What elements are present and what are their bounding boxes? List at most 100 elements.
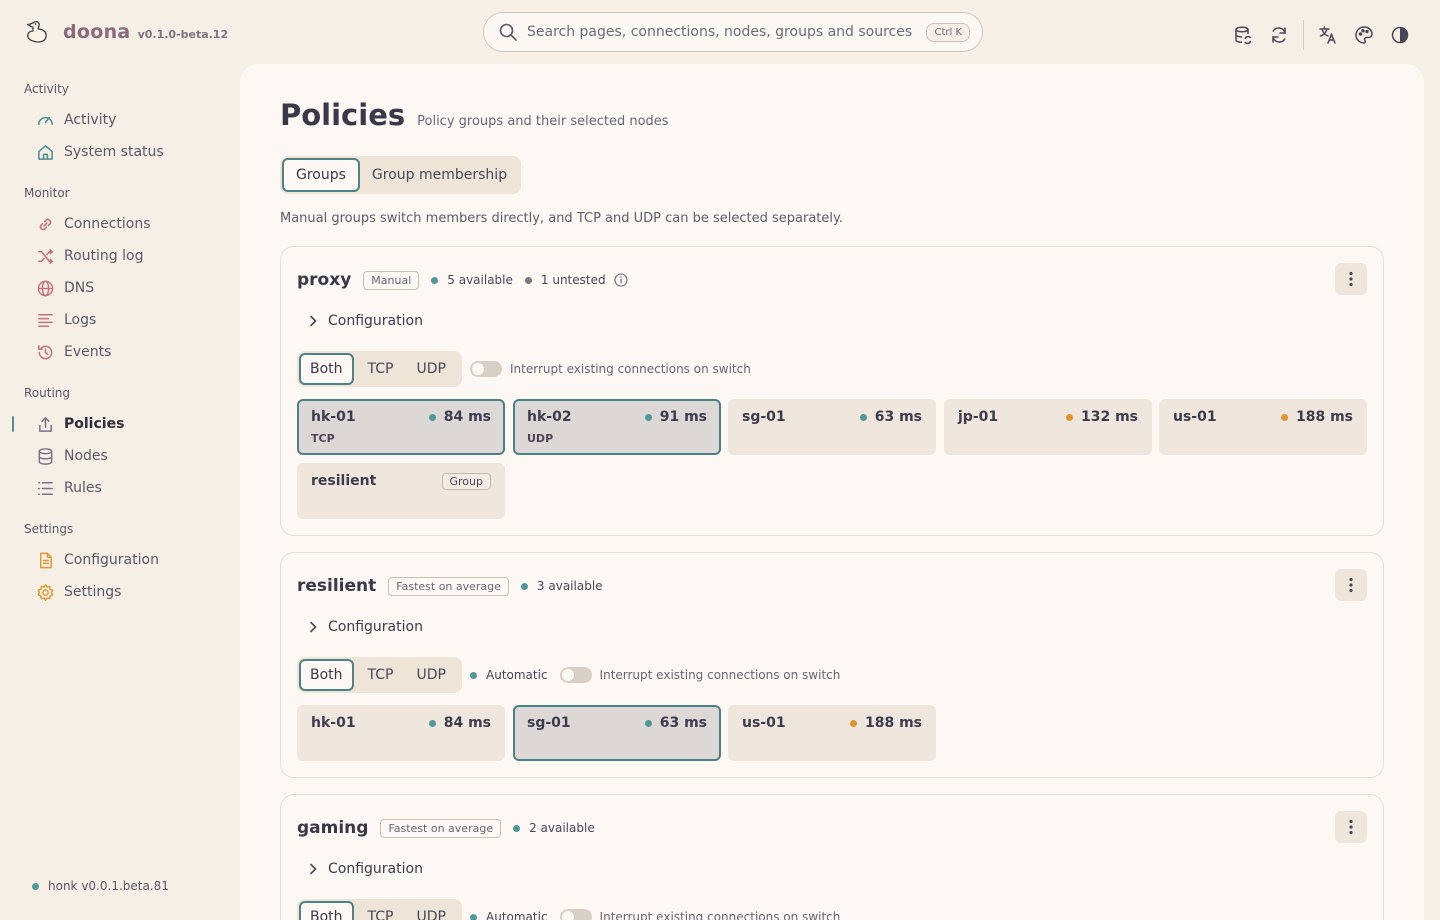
configuration-label: Configuration xyxy=(328,861,423,877)
mode-udp[interactable]: UDP xyxy=(408,353,455,385)
node-card[interactable]: hk-02 91 ms UDP xyxy=(513,399,721,455)
database-sync-icon[interactable] xyxy=(1231,23,1255,47)
status-dot xyxy=(1065,413,1073,421)
more-options-button[interactable] xyxy=(1335,569,1367,601)
share-icon xyxy=(39,416,52,432)
more-vertical-icon xyxy=(1349,819,1353,835)
group-header: resilient Fastest on average 3 available xyxy=(297,575,615,597)
sidebar-group-title: Activity xyxy=(24,82,69,96)
sidebar-group-settings: Settings Configuration Settings xyxy=(0,520,240,608)
policy-group-card: resilient Fastest on average 3 available… xyxy=(280,552,1384,778)
search-placeholder: Search pages, connections, nodes, groups… xyxy=(527,24,913,40)
brand[interactable]: doona v0.1.0-beta.12 xyxy=(24,18,228,46)
sidebar-item-policies[interactable]: Policies xyxy=(0,408,240,440)
sidebar-item-activity[interactable]: Activity xyxy=(0,104,240,136)
node-latency: 188 ms xyxy=(1280,409,1353,425)
sidebar-item-label: Nodes xyxy=(64,448,108,464)
brand-version: v0.1.0-beta.12 xyxy=(137,28,229,41)
node-card[interactable]: jp-01 132 ms xyxy=(944,399,1152,455)
status-dot xyxy=(1280,413,1288,421)
configuration-label: Configuration xyxy=(328,619,423,635)
mode-udp[interactable]: UDP xyxy=(408,659,455,691)
sidebar-item-label: Settings xyxy=(64,584,122,600)
refresh-icon[interactable] xyxy=(1267,23,1291,47)
group-node-card[interactable]: resilient Group xyxy=(297,463,505,519)
sidebar-item-rules[interactable]: Rules xyxy=(0,472,240,504)
sidebar-item-system-status[interactable]: System status xyxy=(0,136,240,168)
interrupt-setting: Automatic Interrupt existing connections… xyxy=(470,909,840,920)
node-name: sg-01 xyxy=(527,715,571,731)
sidebar-item-routing-log[interactable]: Routing log xyxy=(0,240,240,272)
latency-value: 84 ms xyxy=(443,409,491,425)
configuration-toggle[interactable]: Configuration xyxy=(309,619,423,635)
group-name: resilient xyxy=(297,576,377,596)
mode-udp[interactable]: UDP xyxy=(408,901,455,920)
core-version: honk v0.0.1.beta.81 xyxy=(32,879,169,893)
sidebar-item-settings[interactable]: Settings xyxy=(0,576,240,608)
node-card[interactable]: sg-01 63 ms xyxy=(728,399,936,455)
palette-icon[interactable] xyxy=(1352,23,1376,47)
node-card[interactable]: sg-01 63 ms xyxy=(513,705,721,761)
mode-both[interactable]: Both xyxy=(299,901,354,920)
node-card[interactable]: hk-01 84 ms xyxy=(297,705,505,761)
sidebar-item-label: System status xyxy=(64,144,164,160)
sidebar-item-label: Activity xyxy=(64,112,117,128)
mode-both[interactable]: Both xyxy=(299,353,354,385)
node-name: us-01 xyxy=(1173,409,1217,425)
sidebar-group-monitor: Monitor Connections Routing log DNS Logs… xyxy=(0,184,240,368)
sidebar-item-configuration[interactable]: Configuration xyxy=(0,544,240,576)
chevron-right-icon xyxy=(310,863,317,875)
interrupt-switch[interactable] xyxy=(470,361,502,377)
group-badge: Group xyxy=(441,473,491,490)
group-name: proxy xyxy=(297,270,352,290)
global-search[interactable]: Search pages, connections, nodes, groups… xyxy=(483,12,983,52)
mode-tcp[interactable]: TCP xyxy=(359,353,403,385)
status-dot xyxy=(520,582,528,590)
node-name: sg-01 xyxy=(742,409,786,425)
group-header: proxy Manual 5 available 1 untested xyxy=(297,269,640,291)
interrupt-setting: Automatic Interrupt existing connections… xyxy=(470,667,840,683)
status-dot xyxy=(470,671,477,679)
node-name: resilient xyxy=(311,473,377,489)
mode-both[interactable]: Both xyxy=(299,659,354,691)
sidebar-item-nodes[interactable]: Nodes xyxy=(0,440,240,472)
globe-icon xyxy=(37,280,54,296)
status-dot xyxy=(513,824,521,832)
translate-icon[interactable] xyxy=(1316,23,1340,47)
node-name: hk-01 xyxy=(311,715,356,731)
node-card[interactable]: us-01 188 ms xyxy=(728,705,936,761)
main-panel: Policies Policy groups and their selecte… xyxy=(240,64,1424,920)
sidebar-item-label: DNS xyxy=(64,280,95,296)
info-icon[interactable] xyxy=(614,273,628,287)
more-options-button[interactable] xyxy=(1335,811,1367,843)
sidebar-group-activity: Activity Activity System status xyxy=(0,80,240,168)
status-dot xyxy=(644,413,652,421)
sidebar-item-label: Configuration xyxy=(64,552,159,568)
status-dot xyxy=(431,276,439,284)
mode-tcp[interactable]: TCP xyxy=(359,901,403,920)
node-latency: 84 ms xyxy=(428,715,491,731)
more-options-button[interactable] xyxy=(1335,263,1367,295)
theme-toggle-icon[interactable] xyxy=(1388,23,1412,47)
sidebar-item-dns[interactable]: DNS xyxy=(0,272,240,304)
status-dot xyxy=(428,719,436,727)
sidebar-item-connections[interactable]: Connections xyxy=(0,208,240,240)
mode-tcp[interactable]: TCP xyxy=(359,659,403,691)
tab-groups[interactable]: Groups xyxy=(282,158,360,192)
configuration-toggle[interactable]: Configuration xyxy=(309,313,423,329)
node-card[interactable]: hk-01 84 ms TCP xyxy=(297,399,505,455)
more-vertical-icon xyxy=(1349,271,1353,287)
tab-group-membership[interactable]: Group membership xyxy=(360,158,519,192)
sidebar-item-events[interactable]: Events xyxy=(0,336,240,368)
node-protocol: UDP xyxy=(527,432,554,445)
interrupt-switch[interactable] xyxy=(559,667,592,683)
configuration-toggle[interactable]: Configuration xyxy=(309,861,423,877)
brand-name: doona xyxy=(63,21,131,43)
node-card[interactable]: us-01 188 ms xyxy=(1159,399,1367,455)
sidebar-item-label: Rules xyxy=(64,480,102,496)
group-type-badge: Fastest on average xyxy=(388,576,509,596)
automatic-label: Automatic xyxy=(486,668,548,682)
sidebar-item-label: Connections xyxy=(64,216,151,232)
interrupt-switch[interactable] xyxy=(559,909,592,920)
sidebar-item-logs[interactable]: Logs xyxy=(0,304,240,336)
